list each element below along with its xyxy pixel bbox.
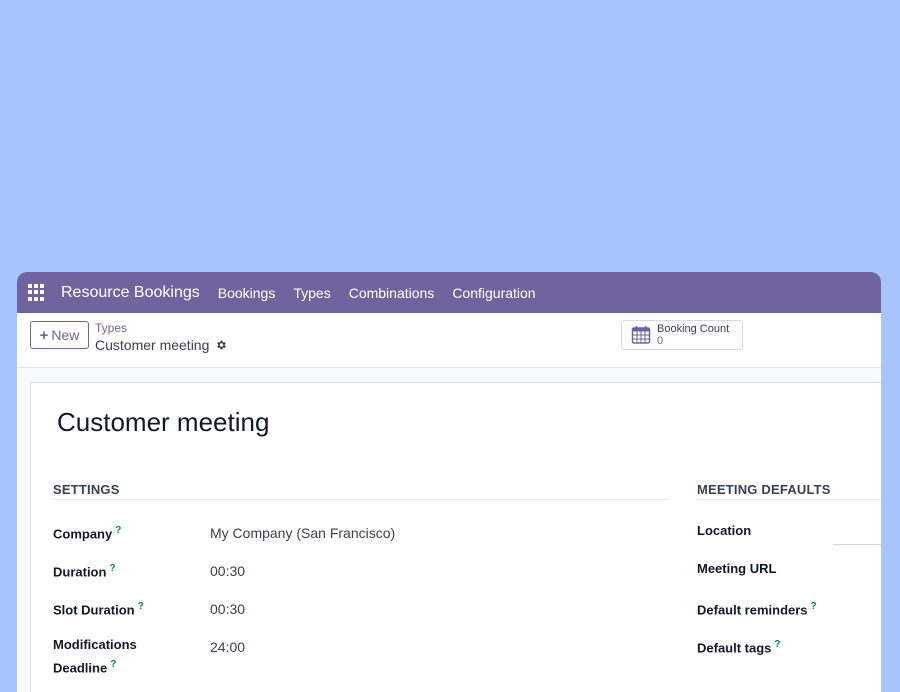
field-label-company: Company? <box>53 521 121 544</box>
slot-duration-label-text: Slot Duration <box>53 602 135 618</box>
booking-count-label: Booking Count <box>657 323 730 335</box>
help-tooltip-icon[interactable]: ? <box>110 659 116 670</box>
help-tooltip-icon[interactable]: ? <box>109 563 115 574</box>
location-input[interactable] <box>833 544 881 545</box>
meeting-defaults-divider <box>697 499 881 500</box>
company-label-text: Company <box>53 526 113 542</box>
new-button-label: New <box>51 327 80 343</box>
booking-count-button[interactable]: Booking Count 0 <box>621 320 743 350</box>
breadcrumb-current-label: Customer meeting <box>95 337 210 353</box>
settings-divider <box>53 499 668 500</box>
new-button[interactable]: + New <box>30 321 89 349</box>
modifications-label-line2: Deadline <box>53 660 108 676</box>
booking-count-value: 0 <box>657 335 664 347</box>
field-label-location: Location <box>697 523 752 538</box>
duration-label-text: Duration <box>53 564 107 580</box>
menu-combinations[interactable]: Combinations <box>349 285 435 301</box>
help-tooltip-icon[interactable]: ? <box>811 601 817 612</box>
field-label-modifications-deadline: Modifications Deadline? <box>53 635 137 678</box>
menu-types[interactable]: Types <box>293 285 330 301</box>
apps-grid-icon[interactable] <box>28 284 45 301</box>
default-tags-label-text: Default tags <box>697 640 772 656</box>
field-label-default-reminders: Default reminders? <box>697 597 817 620</box>
gear-icon[interactable] <box>215 339 227 351</box>
settings-group-title: SETTINGS <box>53 482 120 497</box>
top-navbar: Resource Bookings Bookings Types Combina… <box>17 272 881 313</box>
booking-count-text: Booking Count 0 <box>657 323 729 347</box>
record-title[interactable]: Customer meeting <box>57 407 269 438</box>
company-value[interactable]: My Company (San Francisco) <box>210 525 395 541</box>
modifications-label-line1: Modifications <box>53 637 137 652</box>
control-panel: + New Types Customer meeting Booking Cou… <box>17 313 881 368</box>
field-label-meeting-url: Meeting URL <box>697 561 777 576</box>
duration-value[interactable]: 00:30 <box>210 563 245 579</box>
menu-configuration[interactable]: Configuration <box>452 285 535 301</box>
field-label-slot-duration: Slot Duration? <box>53 597 144 620</box>
calendar-icon <box>631 326 651 344</box>
form-sheet: Customer meeting SETTINGS Company? My Co… <box>30 382 881 692</box>
app-brand[interactable]: Resource Bookings <box>61 284 200 302</box>
breadcrumb-current: Customer meeting <box>95 337 227 353</box>
help-tooltip-icon[interactable]: ? <box>774 639 780 650</box>
meeting-defaults-group-title: MEETING DEFAULTS <box>697 482 831 497</box>
help-tooltip-icon[interactable]: ? <box>115 525 121 536</box>
modifications-deadline-value[interactable]: 24:00 <box>210 639 245 655</box>
app-window: Resource Bookings Bookings Types Combina… <box>17 272 881 692</box>
menu-bookings[interactable]: Bookings <box>218 285 276 301</box>
breadcrumb-types[interactable]: Types <box>95 321 127 335</box>
plus-icon: + <box>39 326 49 344</box>
slot-duration-value[interactable]: 00:30 <box>210 601 245 617</box>
help-tooltip-icon[interactable]: ? <box>138 601 144 612</box>
field-label-default-tags: Default tags? <box>697 635 781 658</box>
default-reminders-label-text: Default reminders <box>697 602 808 618</box>
field-label-duration: Duration? <box>53 559 116 582</box>
